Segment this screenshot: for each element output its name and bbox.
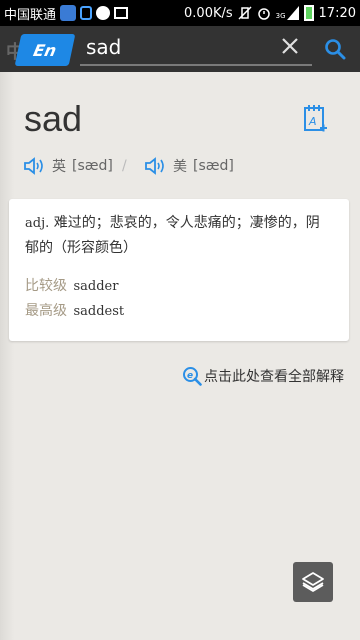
form-row-comparative: 比较级 sadder [25, 274, 333, 299]
dictionary-switch[interactable]: 中 En [2, 32, 76, 66]
image-icon [114, 7, 129, 19]
search-explanation-icon: e [183, 367, 202, 386]
form-label: 比较级 [25, 278, 67, 294]
search-header: 中 En [0, 26, 360, 72]
signal-icon: 3G [276, 6, 299, 20]
add-to-wordbook-icon[interactable]: A [302, 104, 328, 134]
net-speed: 0.00K/s [184, 5, 233, 21]
svg-text:A: A [308, 115, 317, 128]
clock: 17:20 [318, 5, 356, 21]
alarm-icon [257, 8, 270, 20]
lock-icon [80, 6, 93, 20]
pron-us-ipa: [sæd] [193, 158, 234, 174]
edge-shadow [0, 72, 14, 640]
pron-uk-region: 英 [52, 159, 66, 175]
word-title: sad [24, 98, 83, 139]
more-link-label: 点击此处查看全部解释 [204, 369, 344, 385]
carrier-label: 中国联通 [4, 7, 57, 23]
speaker-icon [24, 157, 43, 175]
speaker-icon [145, 157, 164, 175]
layers-button[interactable] [293, 562, 333, 602]
search-icon[interactable] [324, 38, 346, 60]
layers-icon [302, 572, 324, 592]
vibrate-icon [238, 6, 252, 20]
search-field [80, 30, 312, 66]
svg-text:e: e [187, 371, 193, 381]
pron-separator: / [122, 158, 127, 174]
definition-text: 难过的；悲哀的，令人悲痛的；凄惨的，阴郁的（形容颜色） [25, 215, 320, 256]
signal-label: 3G [275, 12, 286, 20]
definition: adj. 难过的；悲哀的，令人悲痛的；凄惨的，阴郁的（形容颜色） [25, 211, 333, 261]
pronunciation-uk[interactable]: 英 [sæd] [24, 156, 113, 176]
close-icon[interactable] [280, 36, 300, 56]
notification-app-icon [60, 5, 77, 21]
check-icon [96, 6, 111, 20]
dict-en-badge: En [14, 34, 76, 66]
form-value[interactable]: saddest [73, 304, 124, 319]
search-input[interactable] [86, 34, 271, 60]
form-value[interactable]: sadder [73, 279, 118, 294]
pronunciation-us[interactable]: 美 [sæd] [145, 156, 234, 176]
status-bar: 中国联通 0.00K/s 3G 17:20 [0, 0, 360, 26]
pron-us-region: 美 [173, 159, 187, 175]
pron-uk-ipa: [sæd] [72, 158, 113, 174]
battery-icon [303, 5, 314, 21]
form-label: 最高级 [25, 303, 67, 319]
form-row-superlative: 最高级 saddest [25, 299, 333, 324]
word-forms: 比较级 sadder 最高级 saddest [25, 274, 333, 324]
definition-card: adj. 难过的；悲哀的，令人悲痛的；凄惨的，阴郁的（形容颜色） 比较级 sad… [9, 199, 349, 341]
view-full-explanation-link[interactable]: e 点击此处查看全部解释 [182, 366, 344, 386]
part-of-speech: adj. [25, 216, 50, 231]
